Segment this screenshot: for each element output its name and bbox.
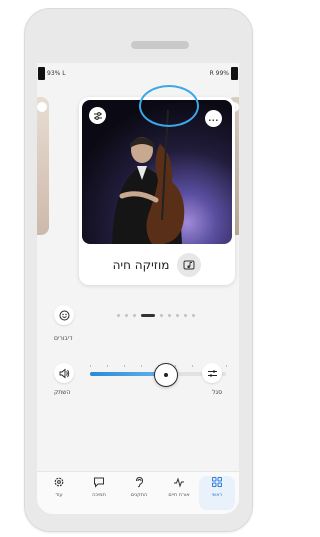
volume-tick <box>192 365 193 367</box>
speech-focus-button[interactable] <box>54 305 74 325</box>
pager-dot[interactable] <box>125 313 128 317</box>
smiley-icon <box>59 310 69 320</box>
tune-icon <box>37 102 47 112</box>
chat-icon <box>94 477 104 488</box>
mute-label: השתק <box>54 389 71 396</box>
pager-dot[interactable] <box>133 313 136 317</box>
grid-icon <box>212 477 222 487</box>
bottom-navigation: עוד תמיכה התקנים אורח חיים ראשי <box>37 471 239 514</box>
nav-more-label: עוד <box>55 492 63 498</box>
status-bar: 93% L R 99% <box>37 67 239 81</box>
nav-lifestyle[interactable]: אורח חיים <box>161 476 197 510</box>
adjust-sliders-icon <box>207 369 217 377</box>
volume-tick <box>124 365 125 367</box>
nav-devices[interactable]: התקנים <box>121 476 157 510</box>
volume-tick <box>107 365 108 367</box>
carousel-pager[interactable] <box>117 313 197 317</box>
pager-dot[interactable] <box>168 313 171 317</box>
mute-button[interactable] <box>54 363 74 383</box>
pager-dot[interactable] <box>160 313 163 317</box>
more-options-button[interactable]: ... <box>205 110 222 127</box>
nav-home-label: ראשי <box>211 492 223 498</box>
volume-slider-thumb[interactable] <box>153 363 178 387</box>
phone-speaker <box>131 41 189 49</box>
tune-icon <box>93 111 102 120</box>
settings-button[interactable] <box>89 107 106 124</box>
pager-dot[interactable] <box>192 313 195 317</box>
nav-home[interactable]: ראשי <box>199 476 235 510</box>
music-note-icon <box>183 260 195 270</box>
program-card-previous[interactable] <box>37 97 49 235</box>
pager-dot[interactable] <box>117 313 120 317</box>
adjust-label: סגל <box>212 389 222 396</box>
right-battery-text: R 99% <box>209 70 229 77</box>
nav-lifestyle-label: אורח חיים <box>168 492 190 498</box>
gear-icon <box>54 477 64 487</box>
ear-icon <box>136 476 144 488</box>
pager-dot-active[interactable] <box>141 313 155 317</box>
highlight-ring <box>139 85 199 127</box>
speech-focus-label: דיבורים <box>54 335 73 342</box>
pager-dot[interactable] <box>176 313 179 317</box>
speaker-icon <box>59 368 69 378</box>
nav-devices-label: התקנים <box>130 492 148 498</box>
adjust-button[interactable] <box>202 363 222 383</box>
volume-tick <box>90 365 91 367</box>
volume-tick <box>226 365 227 367</box>
left-battery-text: 93% L <box>47 70 66 77</box>
program-type-badge <box>177 253 202 277</box>
nav-support-label: תמיכה <box>92 492 106 498</box>
volume-tick <box>141 365 142 367</box>
battery-right-icon <box>231 67 238 80</box>
nav-support[interactable]: תמיכה <box>81 476 117 510</box>
battery-left-icon <box>38 67 45 80</box>
pulse-icon <box>174 477 184 488</box>
program-title: מוזיקה חיה <box>112 258 170 272</box>
app-screen: 93% L R 99% ... מוזיקה חיה דיבורים השתק … <box>37 63 239 514</box>
program-title-row: מוזיקה חיה <box>79 253 235 277</box>
pager-dot[interactable] <box>184 313 187 317</box>
nav-more[interactable]: עוד <box>41 476 77 510</box>
volume-row <box>37 361 239 387</box>
